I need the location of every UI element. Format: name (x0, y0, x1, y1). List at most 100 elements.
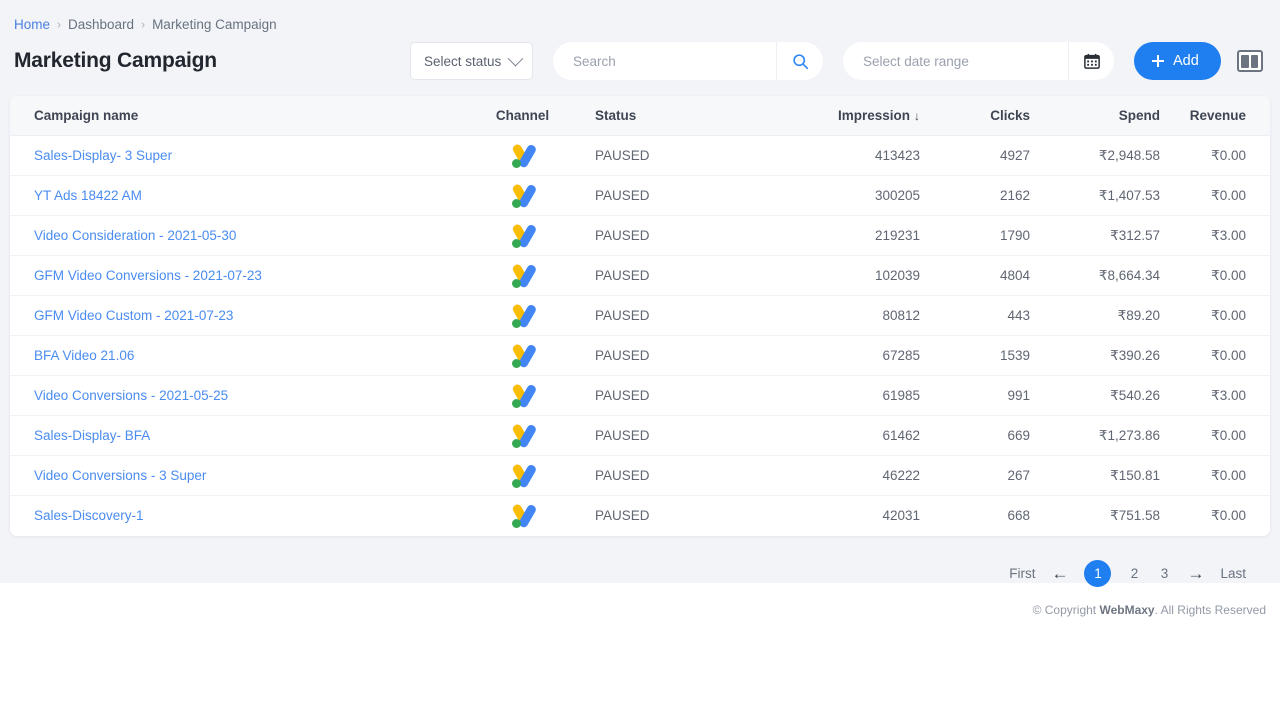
status-badge: PAUSED (595, 148, 650, 163)
campaign-name-link[interactable]: Sales-Display- BFA (34, 428, 150, 443)
cell-campaign-name: BFA Video 21.06 (10, 335, 450, 376)
pagination-prev-icon[interactable]: ← (1051, 565, 1068, 582)
campaign-name-link[interactable]: Sales-Display- 3 Super (34, 148, 172, 163)
cell-revenue: ₹3.00 (1160, 375, 1270, 416)
column-header-impression[interactable]: Impression ↓ (775, 96, 920, 136)
toolbar: Marketing Campaign Select status Search … (0, 36, 1280, 86)
breadcrumb-item-home[interactable]: Home (14, 17, 50, 32)
table-header-row: Campaign name Channel Status Impression ↓… (10, 96, 1270, 136)
add-button[interactable]: Add (1134, 42, 1221, 80)
columns-icon-pane-left (1241, 54, 1249, 68)
cell-campaign-name: Sales-Display- BFA (10, 415, 450, 456)
pagination-last[interactable]: Last (1220, 566, 1246, 581)
toolbar-controls: Select status Search Select date range A… (410, 36, 1263, 86)
cell-clicks: 267 (920, 455, 1030, 496)
add-button-label: Add (1173, 53, 1199, 69)
pagination-page-1[interactable]: 1 (1084, 560, 1112, 587)
column-header-clicks[interactable]: Clicks (920, 96, 1030, 136)
cell-spend: ₹1,273.86 (1030, 415, 1160, 456)
cell-channel (450, 135, 595, 176)
cell-status: PAUSED (595, 335, 775, 376)
table-row: BFA Video 21.06 PAUSED 67285 1539 ₹390.26 ₹0.… (10, 335, 1270, 376)
status-filter-value: Select status (424, 53, 502, 69)
google-ads-icon-green-dot (511, 279, 521, 288)
pagination-next-icon[interactable]: → (1187, 565, 1204, 582)
table-row: Sales-Display- 3 Super PAUSED 413423 4927 ₹2… (10, 135, 1270, 176)
column-header-revenue[interactable]: Revenue (1160, 96, 1270, 136)
cell-spend: ₹150.81 (1030, 455, 1160, 496)
table-body: Sales-Display- 3 Super PAUSED 413423 4927 ₹2… (10, 135, 1270, 536)
footer-copyright: © Copyright WebMaxy. All Rights Reserved (1033, 603, 1266, 617)
google-ads-icon (509, 342, 537, 370)
cell-impression: 300205 (775, 175, 920, 216)
cell-revenue: ₹0.00 (1160, 415, 1270, 456)
search-input[interactable] (553, 53, 776, 69)
google-ads-icon (509, 382, 537, 410)
breadcrumb: Home › Dashboard › Marketing Campaign (0, 0, 1280, 36)
cell-impression: 219231 (775, 215, 920, 256)
table-row: GFM Video Custom - 2021-07-23 PAUSED 80812… (10, 295, 1270, 336)
google-ads-icon (509, 422, 537, 450)
pagination-first[interactable]: First (1009, 566, 1035, 581)
cell-spend: ₹540.26 (1030, 375, 1160, 416)
date-range-input[interactable] (843, 53, 1068, 69)
column-header-channel[interactable]: Channel (450, 96, 595, 136)
google-ads-icon (509, 182, 537, 210)
campaign-name-link[interactable]: Sales-Discovery-1 (34, 508, 144, 523)
cell-status: PAUSED (595, 295, 775, 336)
footer-brand: WebMaxy (1099, 603, 1155, 617)
google-ads-icon-green-dot (511, 319, 521, 328)
campaign-name-link[interactable]: YT Ads 18422 AM (34, 188, 142, 203)
cell-campaign-name: Sales-Discovery-1 (10, 496, 450, 536)
breadcrumb-item-marketing-campaign: Marketing Campaign (152, 17, 277, 32)
campaign-name-link[interactable]: GFM Video Custom - 2021-07-23 (34, 308, 233, 323)
campaign-table-card: Campaign name Channel Status Impression ↓… (10, 96, 1270, 536)
cell-impression: 102039 (775, 255, 920, 296)
google-ads-icon-green-dot (511, 519, 521, 529)
cell-revenue: ₹3.00 (1160, 215, 1270, 256)
cell-spend: ₹89.20 (1030, 295, 1160, 336)
breadcrumb-item-dashboard[interactable]: Dashboard (68, 17, 134, 32)
footer-suffix: . All Rights Reserved (1154, 603, 1266, 617)
pagination-page-3[interactable]: 3 (1157, 566, 1171, 581)
campaign-name-link[interactable]: Video Conversions - 3 Super (34, 468, 206, 483)
cell-spend: ₹2,948.58 (1030, 135, 1160, 176)
calendar-icon (1083, 53, 1100, 69)
google-ads-icon (509, 222, 537, 250)
campaign-name-link[interactable]: BFA Video 21.06 (34, 348, 134, 363)
cell-status: PAUSED (595, 415, 775, 456)
date-picker-button[interactable] (1068, 42, 1114, 80)
cell-impression: 67285 (775, 335, 920, 376)
campaign-table: Campaign name Channel Status Impression ↓… (10, 96, 1270, 536)
search-button[interactable] (776, 42, 823, 80)
campaign-name-link[interactable]: Video Consideration - 2021-05-30 (34, 228, 236, 243)
pagination-page-2[interactable]: 2 (1127, 566, 1141, 581)
plus-icon (1152, 55, 1164, 67)
google-ads-icon (509, 302, 537, 330)
cell-impression: 61985 (775, 375, 920, 416)
cell-revenue: ₹0.00 (1160, 455, 1270, 496)
campaign-name-link[interactable]: GFM Video Conversions - 2021-07-23 (34, 268, 262, 283)
status-badge: PAUSED (595, 468, 650, 483)
sort-descending-icon: ↓ (914, 109, 920, 123)
column-header-status[interactable]: Status (595, 96, 775, 136)
cell-clicks: 1539 (920, 335, 1030, 376)
cell-channel (450, 415, 595, 456)
campaign-name-link[interactable]: Video Conversions - 2021-05-25 (34, 388, 228, 403)
google-ads-icon-green-dot (511, 239, 521, 248)
cell-clicks: 443 (920, 295, 1030, 336)
table-row: Sales-Display- BFA PAUSED 61462 669 ₹1,273.8… (10, 415, 1270, 456)
cell-campaign-name: GFM Video Conversions - 2021-07-23 (10, 255, 450, 296)
google-ads-icon (509, 262, 537, 290)
status-filter-select[interactable]: Select status (410, 42, 533, 80)
columns-toggle-button[interactable] (1236, 50, 1263, 72)
table-row: YT Ads 18422 AM PAUSED 300205 2162 ₹1,407.53… (10, 175, 1270, 216)
cell-campaign-name: YT Ads 18422 AM (10, 175, 450, 216)
google-ads-icon (509, 142, 537, 170)
cell-channel (450, 335, 595, 376)
column-header-spend[interactable]: Spend (1030, 96, 1160, 136)
cell-revenue: ₹0.00 (1160, 335, 1270, 376)
status-badge: PAUSED (595, 388, 650, 403)
cell-spend: ₹312.57 (1030, 215, 1160, 256)
column-header-campaign-name[interactable]: Campaign name (10, 96, 450, 136)
